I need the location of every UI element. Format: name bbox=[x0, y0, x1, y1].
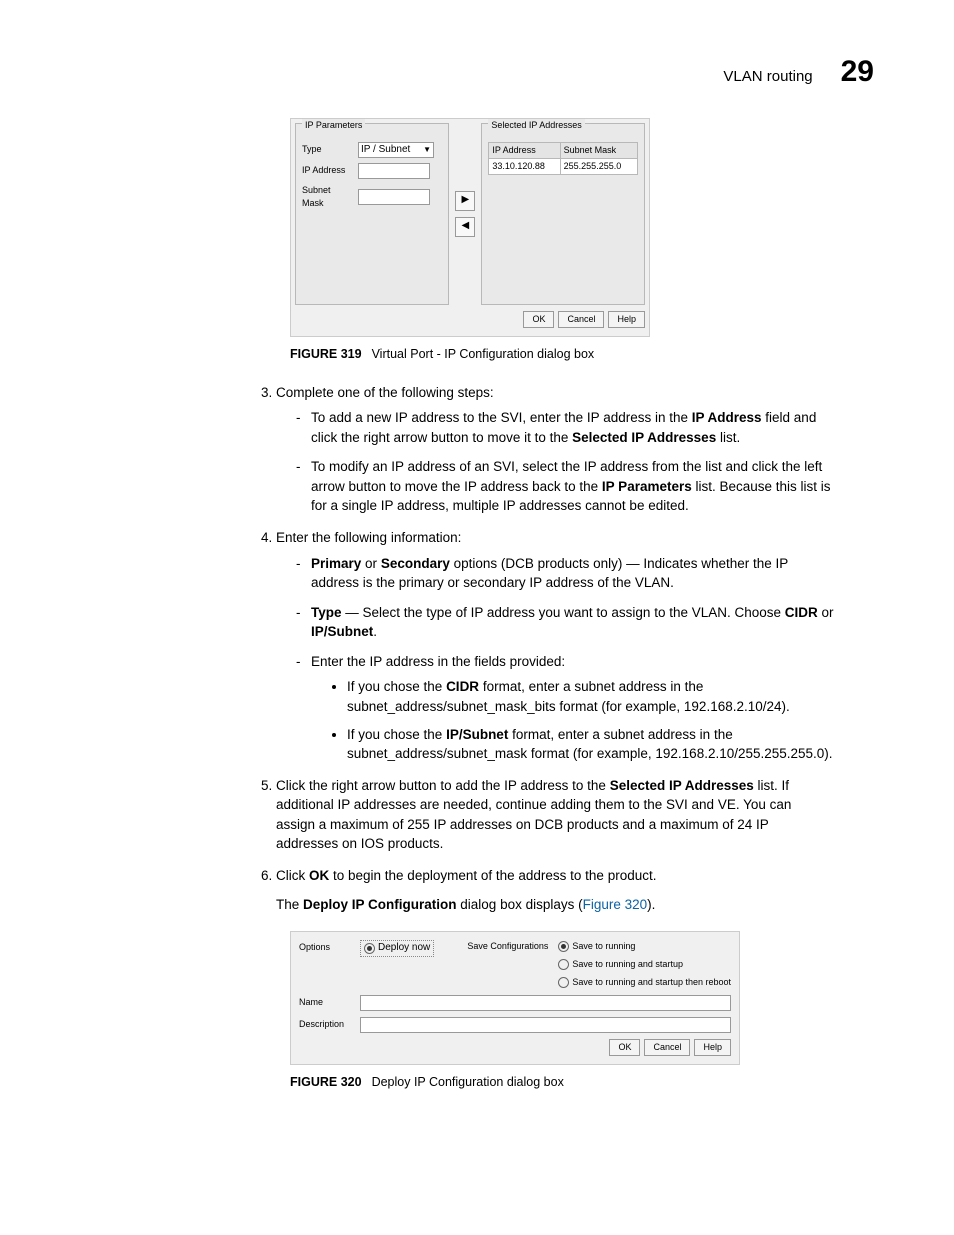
figure-319-caption: FIGURE 319Virtual Port - IP Configuratio… bbox=[290, 345, 874, 363]
list-item: If you chose the CIDR format, enter a su… bbox=[347, 677, 834, 716]
selected-addresses-table[interactable]: IP Address Subnet Mask 33.10.120.88 255.… bbox=[488, 142, 638, 175]
figure-320-link[interactable]: Figure 320 bbox=[583, 897, 648, 912]
deploy-now-radio[interactable]: Deploy now bbox=[360, 940, 434, 957]
ip-parameters-panel: IP Parameters Type IP / Subnet ▼ IP Addr… bbox=[295, 123, 449, 305]
table-row[interactable]: 33.10.120.88 255.255.255.0 bbox=[489, 159, 638, 175]
name-input[interactable] bbox=[360, 995, 731, 1011]
panel-legend: Selected IP Addresses bbox=[488, 119, 584, 132]
list-item: To modify an IP address of an SVI, selec… bbox=[296, 457, 834, 516]
save-config-label: Save Configurations bbox=[467, 940, 548, 953]
arrow-right-button[interactable]: ▶ bbox=[455, 191, 475, 211]
type-combo[interactable]: IP / Subnet ▼ bbox=[358, 142, 434, 158]
arrow-left-button[interactable]: ◀ bbox=[455, 217, 475, 237]
list-item: Primary or Secondary options (DCB produc… bbox=[296, 554, 834, 593]
page-header: VLAN routing 29 bbox=[80, 50, 874, 94]
subnet-mask-input[interactable] bbox=[358, 189, 430, 205]
description-input[interactable] bbox=[360, 1017, 731, 1033]
subnet-mask-label: Subnet Mask bbox=[302, 184, 354, 210]
help-button[interactable]: Help bbox=[694, 1039, 731, 1056]
save-running-startup-radio[interactable]: Save to running and startup bbox=[558, 958, 731, 971]
ok-button[interactable]: OK bbox=[609, 1039, 640, 1056]
col-ip: IP Address bbox=[489, 143, 560, 159]
save-running-radio[interactable]: Save to running bbox=[558, 940, 731, 953]
header-title: VLAN routing bbox=[723, 66, 812, 88]
ok-button[interactable]: OK bbox=[523, 311, 554, 328]
cancel-button[interactable]: Cancel bbox=[644, 1039, 690, 1056]
figure-320: Options Deploy now Save Configurations S… bbox=[290, 931, 874, 1065]
body-text: Complete one of the following steps: To … bbox=[250, 383, 834, 915]
list-item: Enter the IP address in the fields provi… bbox=[296, 652, 834, 764]
radio-icon bbox=[558, 977, 569, 988]
cancel-button[interactable]: Cancel bbox=[558, 311, 604, 328]
list-item: To add a new IP address to the SVI, ente… bbox=[296, 408, 834, 447]
radio-icon bbox=[558, 941, 569, 952]
name-label: Name bbox=[299, 995, 354, 1009]
step-6: Click OK to begin the deployment of the … bbox=[276, 866, 834, 915]
step-3: Complete one of the following steps: To … bbox=[276, 383, 834, 516]
step-4: Enter the following information: Primary… bbox=[276, 528, 834, 764]
arrow-buttons: ▶ ◀ bbox=[455, 123, 475, 305]
ip-address-input[interactable] bbox=[358, 163, 430, 179]
list-item: If you chose the IP/Subnet format, enter… bbox=[347, 725, 834, 764]
panel-legend: IP Parameters bbox=[302, 119, 365, 132]
col-mask: Subnet Mask bbox=[560, 143, 637, 159]
step-5: Click the right arrow button to add the … bbox=[276, 776, 834, 854]
deploy-ip-dialog: Options Deploy now Save Configurations S… bbox=[290, 931, 740, 1065]
list-item: Type — Select the type of IP address you… bbox=[296, 603, 834, 642]
selected-addresses-panel: Selected IP Addresses IP Address Subnet … bbox=[481, 123, 645, 305]
save-running-startup-reboot-radio[interactable]: Save to running and startup then reboot bbox=[558, 976, 731, 989]
description-label: Description bbox=[299, 1017, 354, 1031]
chapter-number: 29 bbox=[841, 50, 874, 94]
help-button[interactable]: Help bbox=[608, 311, 645, 328]
radio-icon bbox=[364, 943, 375, 954]
chevron-down-icon: ▼ bbox=[423, 144, 431, 156]
ip-address-label: IP Address bbox=[302, 164, 354, 177]
figure-319: IP Parameters Type IP / Subnet ▼ IP Addr… bbox=[290, 118, 874, 337]
radio-icon bbox=[558, 959, 569, 970]
save-config-group: Save to running Save to running and star… bbox=[558, 940, 731, 989]
type-label: Type bbox=[302, 143, 354, 156]
options-label: Options bbox=[299, 940, 354, 954]
figure-320-caption: FIGURE 320Deploy IP Configuration dialog… bbox=[290, 1073, 874, 1091]
ip-config-dialog: IP Parameters Type IP / Subnet ▼ IP Addr… bbox=[290, 118, 650, 337]
